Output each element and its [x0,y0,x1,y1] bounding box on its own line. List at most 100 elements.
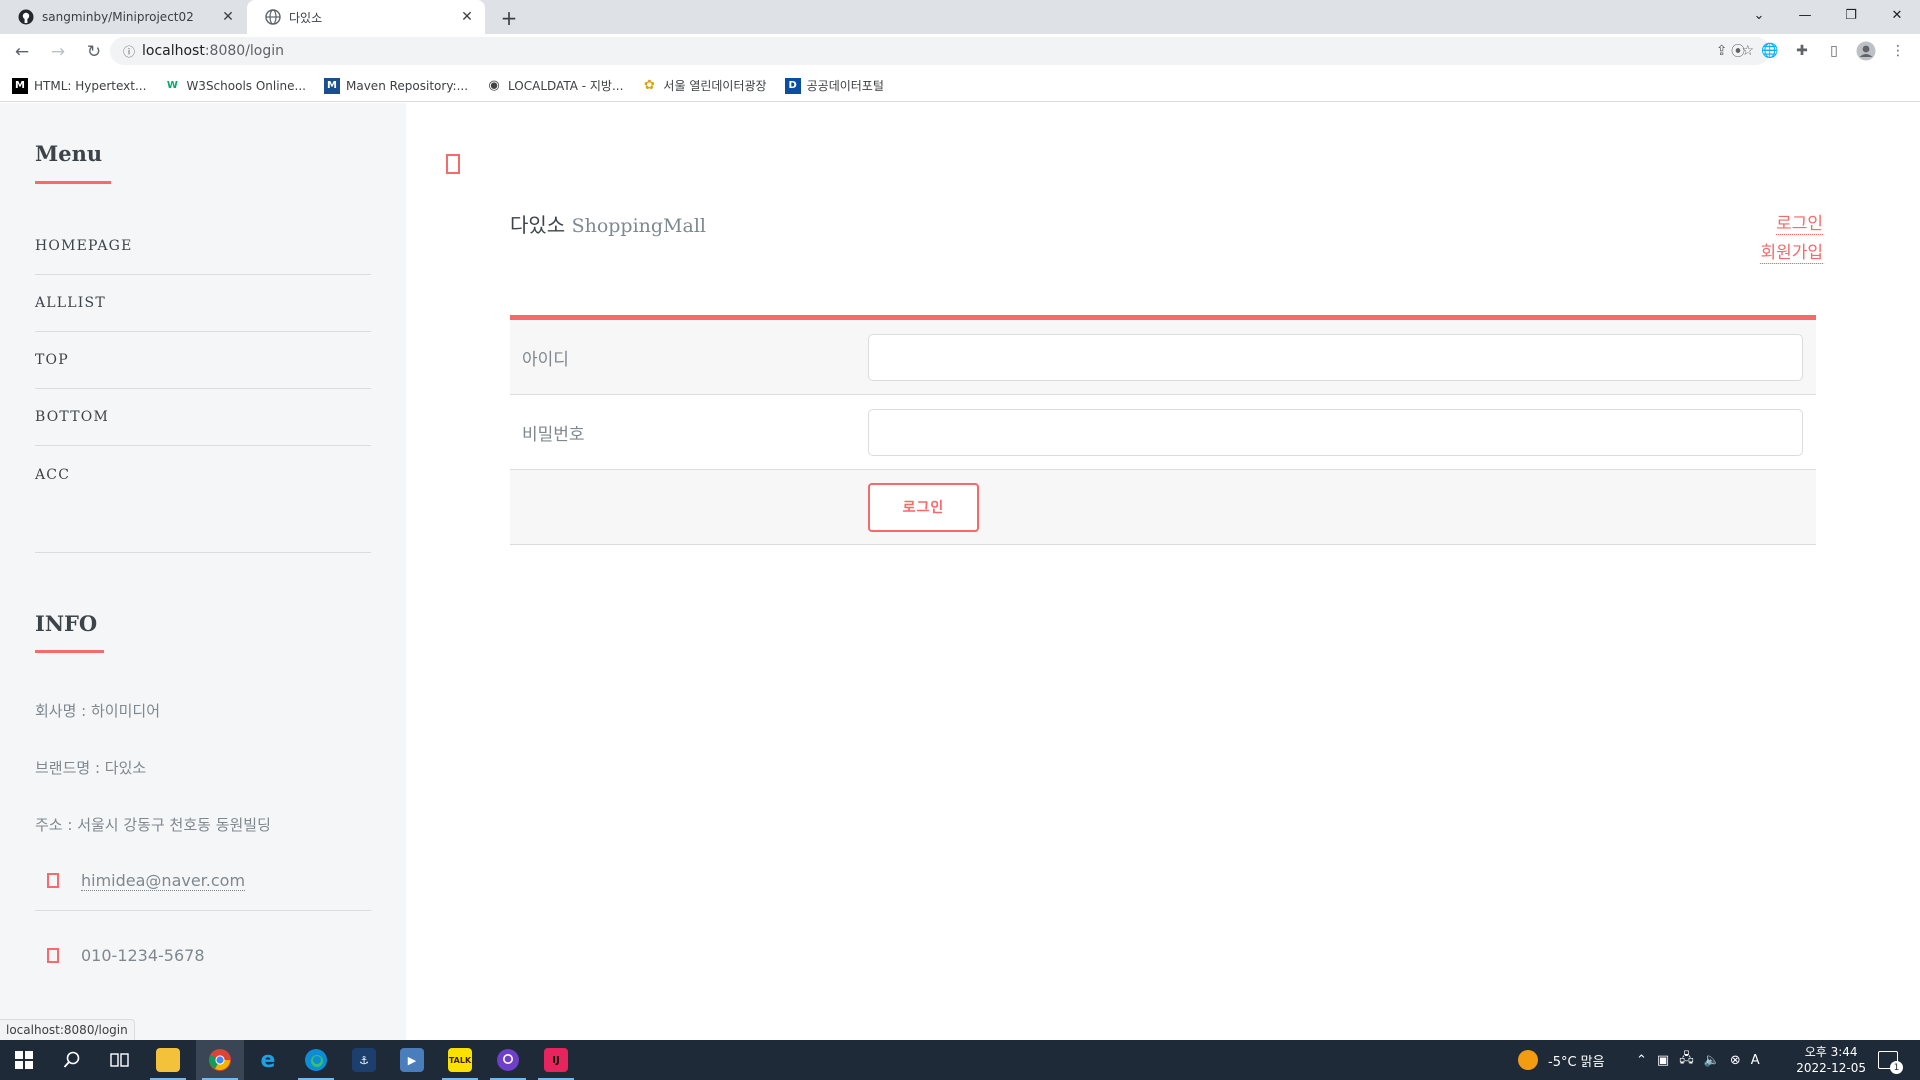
address: 주소 : 서울시 강동구 천호동 동원빌딩 [35,816,271,834]
address-bar[interactable]: ⓘ localhost:8080/login ⇪ ☆ [110,37,1770,65]
login-button[interactable]: 로그인 [868,482,979,532]
tab-search-icon[interactable]: ⌄ [1736,0,1782,30]
github-desktop-icon[interactable] [484,1040,532,1080]
close-tab-icon[interactable]: ✕ [457,7,477,27]
forward-button[interactable]: → [44,38,72,66]
search-icon[interactable] [48,1040,96,1080]
menu-item-homepage[interactable]: HOMEPAGE [35,218,371,275]
clock-time: 오후 3:44 [1804,1045,1858,1059]
mysql-workbench-icon[interactable]: ⚓ [340,1040,388,1080]
intellij-icon[interactable]: IJ [532,1040,580,1080]
sidebar-toggle-icon[interactable] [446,154,460,174]
close-tab-icon[interactable]: ✕ [218,7,238,27]
side-panel-icon[interactable]: ▯ [1820,37,1848,65]
contact-email: himidea@naver.com [35,851,371,911]
stop-icon[interactable]: ⊗ [1730,1053,1741,1068]
minimize-button[interactable]: — [1782,0,1828,30]
restore-button[interactable]: ❐ [1828,0,1874,30]
chrome-icon[interactable] [196,1040,244,1080]
media-player-icon[interactable]: ▶ [388,1040,436,1080]
weather-text: -5°C 맑음 [1548,1054,1605,1070]
chevron-up-icon[interactable]: ⌃ [1636,1053,1647,1068]
puzzle-icon[interactable]: ✚ [1788,37,1816,65]
brand-name: 브랜드명 : 다있소 [35,759,147,777]
menu-heading: Menu [35,141,103,166]
menu-item-bottom[interactable]: BOTTOM [35,389,371,446]
weather-widget[interactable]: -5°C 맑음 [1518,1040,1605,1080]
id-input[interactable] [868,333,1803,381]
reload-button[interactable]: ↻ [80,38,108,66]
data-portal-icon: D [784,77,801,94]
globe-extension-icon[interactable]: 🌐 [1756,37,1784,65]
task-view-icon[interactable] [96,1040,144,1080]
globe-icon: ◉ [486,77,503,94]
url-text[interactable]: localhost:8080/login [142,43,284,59]
github-icon [18,9,34,25]
new-tab-button[interactable]: + [496,5,522,31]
company-name: 회사명 : 하이미디어 [35,702,160,720]
edge-icon[interactable] [292,1040,340,1080]
form-row-id: 아이디 [510,320,1816,395]
seoul-icon: ✿ [641,77,658,94]
clock[interactable]: 오후 3:44 2022-12-05 [1796,1044,1866,1076]
status-bar-url: localhost:8080/login [0,1019,135,1040]
form-row-submit: 로그인 [510,470,1816,545]
email-link[interactable]: himidea@naver.com [81,871,246,891]
browser-toolbar: ← → ↻ ⓘ localhost:8080/login ⇪ ☆ ⦿ 🌐 ✚ ▯… [0,34,1920,70]
form-row-password: 비밀번호 [510,395,1816,470]
meet-now-icon[interactable]: ▣ [1657,1053,1669,1068]
menu-item-acc[interactable]: ACC [35,446,371,503]
ime-indicator[interactable]: A [1751,1053,1760,1068]
back-button[interactable]: ← [8,38,36,66]
clock-date: 2022-12-05 [1796,1061,1866,1075]
logo-sub: ShoppingMall [571,215,706,237]
browser-tabstrip: sangminby/Miniproject02 ✕ 다있소 ✕ + ⌄ — ❐ … [0,0,1920,34]
notification-center-icon[interactable]: 1 [1878,1040,1903,1080]
bookmark-label: Maven Repository:... [346,78,469,93]
bookmark-label: HTML: Hypertext... [34,78,147,93]
internet-explorer-icon[interactable]: e [244,1040,292,1080]
bookmark-data-portal[interactable]: D 공공데이터포털 [784,77,884,94]
notification-count: 1 [1890,1061,1903,1074]
login-link[interactable]: 로그인 [1776,209,1823,235]
globe-icon [265,9,281,25]
bookmark-maven[interactable]: M Maven Repository:... [324,77,469,94]
profile-avatar-icon[interactable] [1852,37,1880,65]
extension-icon[interactable]: ⦿ [1724,37,1752,65]
maven-icon: M [324,77,340,94]
menu-heading-underline [35,181,111,184]
windows-taskbar: e ⚓ ▶ TALK IJ -5°C 맑음 ⌃ ▣ 🖧 🔈 ⊗ A 오후 3:4… [0,1040,1920,1080]
login-form: 아이디 비밀번호 로그인 [510,315,1816,545]
site-logo[interactable]: 다있소 ShoppingMall [510,209,706,238]
menu-item-alllist[interactable]: ALLLIST [35,275,371,332]
network-icon[interactable]: 🖧 [1679,1049,1694,1071]
close-window-button[interactable]: ✕ [1874,0,1920,30]
kakaotalk-icon[interactable]: TALK [436,1040,484,1080]
site-info-icon[interactable]: ⓘ [116,43,142,60]
contact-phone: 010-1234-5678 [35,925,371,985]
phone-number: 010-1234-5678 [81,945,205,965]
signup-link[interactable]: 회원가입 [1760,238,1823,264]
bookmark-label: 서울 열린데이터광장 [663,79,767,93]
main-content: 다있소 ShoppingMall 로그인 회원가입 아이디 비밀번호 로그인 [406,103,1920,1040]
info-heading: INFO [35,611,98,636]
bookmark-w3schools[interactable]: W W3Schools Online... [164,77,306,94]
envelope-icon [47,873,59,888]
volume-icon[interactable]: 🔈 [1704,1053,1720,1068]
tab-login[interactable]: 다있소 ✕ [247,0,485,34]
bookmark-label: LOCALDATA - 지방... [508,79,624,93]
bookmark-localdata[interactable]: ◉ LOCALDATA - 지방... [486,77,623,94]
file-explorer-icon[interactable] [144,1040,192,1080]
bookmark-mdn[interactable]: M HTML: Hypertext... [12,77,147,94]
id-label: 아이디 [522,349,569,370]
phone-icon [47,947,59,963]
mdn-icon: M [12,77,28,94]
browser-menu-icon[interactable]: ⋮ [1884,37,1912,65]
menu-item-top[interactable]: TOP [35,332,371,389]
password-input[interactable] [868,408,1803,456]
bookmark-seoul-data[interactable]: ✿ 서울 열린데이터광장 [641,77,767,94]
tab-title: 다있소 [289,10,323,25]
tab-github[interactable]: sangminby/Miniproject02 ✕ [0,0,246,34]
start-button[interactable] [0,1040,48,1080]
w3schools-icon: W [164,77,181,94]
